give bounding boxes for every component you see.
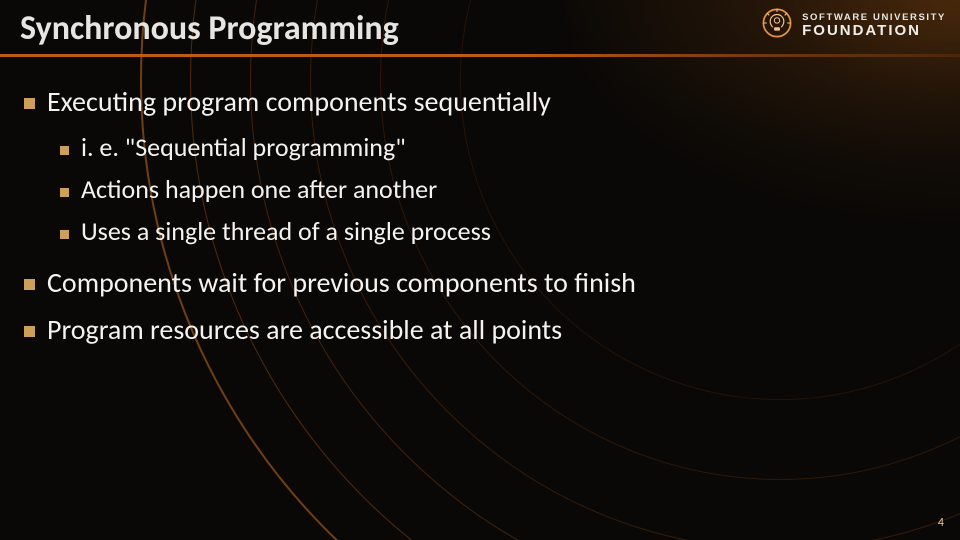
slide-title: Synchronous Programming [20,8,399,49]
bullet-marker-icon [24,98,35,109]
bullet-text: Executing program components sequentiall… [47,84,551,119]
bullet-marker-icon [24,279,35,290]
bullet-level2: Actions happen one after another [60,173,936,205]
brand-logo: SOFTWARE UNIVERSITY FOUNDATION [760,6,946,45]
bullet-level1: Program resources are accessible at all … [24,312,936,347]
bullet-text: Components wait for previous components … [47,265,636,300]
bullet-level2: Uses a single thread of a single process [60,215,936,247]
title-underline [0,54,960,57]
lightbulb-gear-icon [760,6,794,45]
bullet-level2: i. e. "Sequential programming" [60,131,936,163]
bullet-marker-icon [60,146,69,155]
page-number: 4 [938,516,944,530]
brand-line-2: FOUNDATION [802,23,946,38]
slide-body: Executing program components sequentiall… [24,78,936,359]
bullet-marker-icon [60,230,69,239]
bullet-level1: Components wait for previous components … [24,265,936,300]
bullet-text: i. e. "Sequential programming" [81,131,406,163]
bullet-marker-icon [24,326,35,337]
bullet-text: Actions happen one after another [81,173,437,205]
brand-text: SOFTWARE UNIVERSITY FOUNDATION [802,13,946,38]
bullet-marker-icon [60,188,69,197]
bullet-text: Program resources are accessible at all … [47,312,562,347]
bullet-level1: Executing program components sequentiall… [24,84,936,119]
slide: Synchronous Programming SOF [0,0,960,540]
bullet-text: Uses a single thread of a single process [81,215,491,247]
